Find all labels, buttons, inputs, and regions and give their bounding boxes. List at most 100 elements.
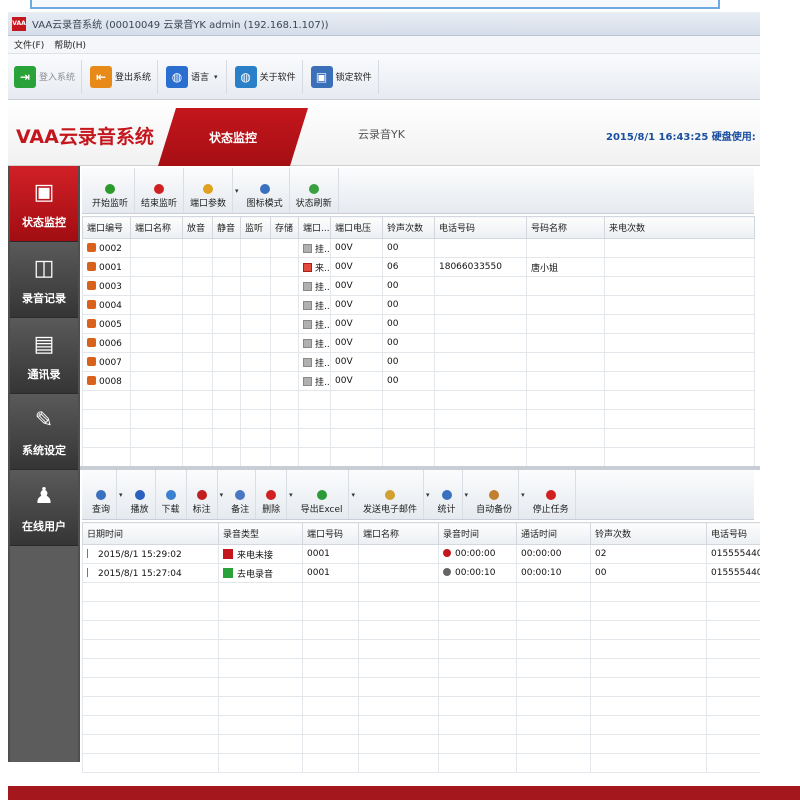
column-header[interactable]: 电话号码 xyxy=(706,522,761,545)
toolbar-button-lock[interactable]: ▣ 锁定软件 xyxy=(309,59,379,94)
empty-cell xyxy=(516,696,591,716)
empty-cell xyxy=(130,371,183,391)
empty-cell xyxy=(240,295,271,315)
rec_toolbar-button-6[interactable]: 导出Excel xyxy=(295,470,350,519)
chevron-down-icon[interactable]: ▾ xyxy=(212,73,220,81)
table-row[interactable]: 2015/8/1 15:29:02 来电未接 0001 00:00:00 00:00:0… xyxy=(82,544,761,564)
phone-cell xyxy=(434,371,527,391)
column-header[interactable]: 日期时间 xyxy=(82,522,219,545)
state-cell: 挂... xyxy=(298,295,331,315)
chevron-down-icon[interactable]: ▾ xyxy=(287,491,295,499)
column-header[interactable]: 录音类型 xyxy=(218,522,303,545)
rec_toolbar-button-7[interactable]: 发送电子邮件 xyxy=(357,470,425,519)
logout-icon: ⇤ xyxy=(90,65,113,88)
records-table: 日期时间 录音类型 端口号码 端口名称 录音时间 通话时间 铃声次数 电话号码 2015/8/… xyxy=(82,522,761,773)
column-header[interactable]: 端口名称 xyxy=(358,522,439,545)
rec_toolbar-button-8[interactable]: 统计 xyxy=(432,470,463,519)
column-header[interactable]: 端口编号 xyxy=(82,216,131,239)
empty-cell xyxy=(590,734,707,754)
column-header[interactable]: 录音时间 xyxy=(438,522,517,545)
rec_toolbar-button-5[interactable]: 删除 xyxy=(256,470,288,519)
column-header[interactable]: 监听 xyxy=(240,216,271,239)
chevron-down-icon[interactable]: ▾ xyxy=(233,187,241,195)
ports_toolbar-button-3[interactable]: 图标模式 xyxy=(241,168,290,213)
sidebar-item-3[interactable]: ✎ 系统设定 xyxy=(10,394,78,470)
chevron-down-icon[interactable]: ▾ xyxy=(349,491,357,499)
sidebar-item-2[interactable]: ▤ 通讯录 xyxy=(10,318,78,394)
port-name-cell xyxy=(358,544,439,564)
line-state: 挂... xyxy=(315,339,330,350)
rec_toolbar-button-1[interactable]: 播放 xyxy=(125,470,156,519)
ports-table-header: 端口编号 端口名称 放音 静音 监听 存储 端口... 端口电压 铃声次数 电话号码 号码名称 来电次… xyxy=(82,216,755,239)
tool-label: 播放 xyxy=(130,505,149,515)
sidebar-item-1[interactable]: ◫ 录音记录 xyxy=(10,242,78,318)
column-header[interactable]: 端口名称 xyxy=(130,216,183,239)
empty-cell xyxy=(706,639,761,659)
column-header[interactable]: 电话号码 xyxy=(434,216,527,239)
chevron-down-icon[interactable]: ▾ xyxy=(519,491,527,499)
ports_toolbar-button-1[interactable]: 结束监听 xyxy=(135,168,185,213)
table-row[interactable]: 0003 挂...00V00 xyxy=(82,276,755,296)
chevron-down-icon[interactable]: ▾ xyxy=(218,491,226,499)
column-header[interactable]: 号码名称 xyxy=(526,216,605,239)
rec_toolbar-button-4[interactable]: 备注 xyxy=(225,470,257,519)
empty-cell xyxy=(212,314,241,334)
sidebar-item-4[interactable]: ♟ 在线用户 xyxy=(10,470,78,546)
table-row[interactable]: 0004 挂...00V00 xyxy=(82,295,755,315)
record-icon[interactable] xyxy=(443,568,451,576)
column-header[interactable]: 存储 xyxy=(270,216,299,239)
empty-cell xyxy=(434,447,527,467)
table-row[interactable]: 0002 挂...00V00 xyxy=(82,238,755,258)
rec_toolbar-button-3[interactable]: 标注 xyxy=(187,470,218,519)
empty-cell xyxy=(302,677,359,697)
empty-cell xyxy=(240,238,271,258)
table-row[interactable]: 0006 挂...00V00 xyxy=(82,333,755,353)
empty-cell xyxy=(516,639,591,659)
tab-cloud-recorder[interactable]: 云录音YK xyxy=(358,126,405,142)
sidebar-item-0[interactable]: ▣ 状态监控 xyxy=(10,166,78,242)
table-row[interactable]: 0005 挂...00V00 xyxy=(82,314,755,334)
rec-time-cell: 00:00:00 xyxy=(438,544,517,564)
port-cell: 0005 xyxy=(82,314,131,334)
table-row[interactable]: 2015/8/1 15:27:04 去电录音 0001 00:00:10 00:00:1… xyxy=(82,563,761,583)
ports_toolbar-button-2[interactable]: 端口参数 xyxy=(184,168,234,213)
chevron-down-icon[interactable]: ▾ xyxy=(117,491,125,499)
empty-cell xyxy=(218,753,303,773)
column-header[interactable]: 通话时间 xyxy=(516,522,591,545)
toolbar-button-logout[interactable]: ⇤ 登出系统 xyxy=(88,59,159,94)
toolbar-button-info-globe[interactable]: ◍ 关于软件 xyxy=(233,59,303,94)
empty-cell xyxy=(302,734,359,754)
record-icon[interactable] xyxy=(443,549,451,557)
toolbar-button-login[interactable]: ⇥ 登入系统 xyxy=(12,59,83,94)
chevron-down-icon[interactable]: ▾ xyxy=(424,491,432,499)
column-header[interactable]: 铃声次数 xyxy=(382,216,435,239)
ports_toolbar-button-4[interactable]: 状态刷新 xyxy=(290,168,339,213)
column-header[interactable]: 端口... xyxy=(298,216,331,239)
column-header[interactable]: 静音 xyxy=(212,216,241,239)
table-row[interactable]: 0007 挂...00V00 xyxy=(82,352,755,372)
table-row[interactable]: 0008 挂...00V00 xyxy=(82,371,755,391)
line-state: 挂... xyxy=(315,358,330,369)
column-header[interactable]: 来电次数 xyxy=(604,216,755,239)
chevron-down-icon[interactable]: ▾ xyxy=(463,491,471,499)
rec_toolbar-button-2[interactable]: 下载 xyxy=(156,470,187,519)
name-cell xyxy=(526,371,605,391)
column-header[interactable]: 铃声次数 xyxy=(590,522,707,545)
port-cell: 0008 xyxy=(82,371,131,391)
rec_toolbar-button-0[interactable]: 查询 xyxy=(86,470,118,519)
toolbar-button-label: 登入系统 xyxy=(39,73,76,83)
menu-file[interactable]: 文件(F) xyxy=(14,38,44,51)
column-header[interactable]: 放音 xyxy=(182,216,213,239)
empty-cell xyxy=(330,409,383,429)
ports_toolbar-button-0[interactable]: 开始监听 xyxy=(86,168,136,213)
empty-cell xyxy=(270,295,299,315)
menu-help[interactable]: 帮助(H) xyxy=(54,38,86,51)
column-header[interactable]: 端口号码 xyxy=(302,522,359,545)
tab-status-monitor[interactable]: 状态监控 xyxy=(158,108,308,166)
rec_toolbar-button-10[interactable]: 停止任务 xyxy=(527,470,576,519)
toolbar-button-globe[interactable]: ◍ 语言 ▾ xyxy=(164,59,227,94)
rec_toolbar-button-9[interactable]: 自动备份 xyxy=(470,470,520,519)
empty-cell xyxy=(438,582,517,602)
column-header[interactable]: 端口电压 xyxy=(330,216,383,239)
table-row[interactable]: 0001 来...00V0618066033550唐小姐 xyxy=(82,257,755,277)
